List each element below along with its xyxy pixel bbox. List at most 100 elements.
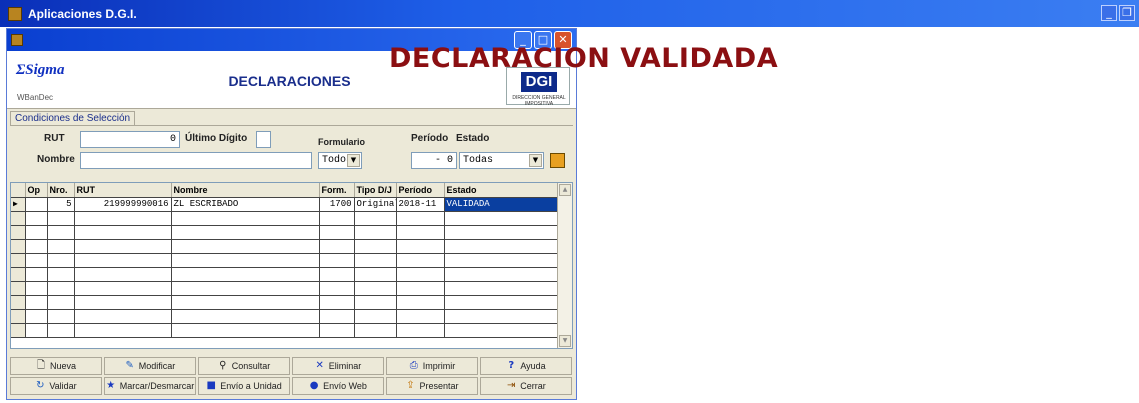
selection-divider bbox=[10, 125, 573, 126]
globe-icon: ● bbox=[309, 380, 319, 391]
app-window-controls: _ ❐ bbox=[1101, 5, 1135, 21]
module-title: DECLARACIONES bbox=[228, 73, 351, 89]
periodo-field[interactable]: - 0 bbox=[411, 152, 457, 169]
envio-web-label: Envío Web bbox=[323, 381, 367, 391]
formulario-label: Formulario bbox=[318, 137, 366, 147]
imprimir-button[interactable]: ⎙ Imprimir bbox=[386, 357, 478, 375]
column-header-form[interactable]: Form. bbox=[319, 183, 355, 198]
row-indicator-header bbox=[11, 183, 26, 198]
column-header-nombre[interactable]: Nombre bbox=[171, 183, 320, 198]
declaraciones-window: _ □ ✕ ΣSigma WBanDec DECLARACIONES DGI D… bbox=[6, 28, 577, 400]
declaraciones-table: Op Nro. RUT Nombre Form. Tipo D/J Períod… bbox=[10, 182, 573, 349]
consultar-label: Consultar bbox=[231, 361, 271, 371]
nombre-label: Nombre bbox=[37, 154, 75, 165]
delete-icon: ✕ bbox=[315, 360, 324, 371]
envio-unidad-button[interactable]: ■ Envío a Unidad bbox=[198, 377, 290, 395]
cell-tipo[interactable]: Original bbox=[354, 197, 397, 212]
table-row[interactable] bbox=[11, 253, 560, 268]
imprimir-label: Imprimir bbox=[422, 361, 456, 371]
dgi-logo-caption: DIRECCION GENERAL IMPOSITIVA bbox=[512, 95, 566, 107]
column-header-op[interactable]: Op bbox=[25, 183, 48, 198]
column-header-estado[interactable]: Estado bbox=[444, 183, 560, 198]
estado-select-value: Todas bbox=[463, 155, 494, 166]
modificar-label: Modificar bbox=[138, 361, 176, 371]
presentar-button[interactable]: ⇪ Presentar bbox=[386, 377, 478, 395]
cell-rut[interactable]: 219999990016 bbox=[74, 197, 172, 212]
nueva-button[interactable]: 🗋 Nueva bbox=[10, 357, 102, 375]
table-row[interactable] bbox=[11, 309, 560, 324]
cell-periodo[interactable]: 2018-11 bbox=[396, 197, 445, 212]
action-toolbar: 🗋 Nueva ✎ Modificar ⚲ Consultar ✕ Elimin… bbox=[10, 357, 573, 397]
scroll-up-icon[interactable]: ▲ bbox=[559, 184, 571, 196]
desktop: Aplicaciones D.G.I. _ ❐ _ □ ✕ ΣSigma WBa… bbox=[0, 0, 1139, 403]
estado-label: Estado bbox=[456, 133, 490, 144]
envio-web-button[interactable]: ● Envío Web bbox=[292, 377, 384, 395]
cell-nombre[interactable]: ZL ESCRIBADO bbox=[171, 197, 320, 212]
nombre-field[interactable] bbox=[80, 152, 312, 169]
table-row[interactable] bbox=[11, 267, 560, 282]
clear-filter-icon[interactable] bbox=[550, 153, 565, 168]
selection-tab[interactable]: Condiciones de Selección bbox=[10, 111, 136, 126]
validar-button[interactable]: ↻ Validar bbox=[10, 377, 102, 395]
formulario-select[interactable]: Todos ▼ bbox=[318, 152, 362, 169]
column-header-periodo[interactable]: Período bbox=[396, 183, 445, 198]
scroll-down-icon[interactable]: ▼ bbox=[559, 335, 571, 347]
validate-icon: ↻ bbox=[36, 380, 45, 391]
validation-banner: DECLARACION VALIDADA bbox=[389, 43, 779, 74]
rut-field[interactable]: 0 bbox=[80, 131, 180, 148]
chevron-down-icon[interactable]: ▼ bbox=[529, 154, 542, 167]
ultimo-digito-field[interactable] bbox=[256, 131, 271, 148]
table-row[interactable] bbox=[11, 211, 560, 226]
rut-label: RUT bbox=[44, 133, 65, 144]
ultimo-digito-label: Último Dígito bbox=[185, 133, 248, 144]
sigma-sub-label: WBanDec bbox=[17, 93, 54, 102]
exit-door-icon: ⇥ bbox=[507, 380, 516, 391]
table-header-row: Op Nro. RUT Nombre Form. Tipo D/J Períod… bbox=[11, 183, 560, 198]
consultar-button[interactable]: ⚲ Consultar bbox=[198, 357, 290, 375]
app-titlebar: Aplicaciones D.G.I. _ ❐ bbox=[0, 0, 1139, 27]
periodo-label: Período bbox=[411, 133, 449, 144]
cerrar-button[interactable]: ⇥ Cerrar bbox=[480, 377, 572, 395]
printer-icon: ⎙ bbox=[409, 360, 418, 371]
column-header-nro[interactable]: Nro. bbox=[47, 183, 75, 198]
table-row[interactable] bbox=[11, 295, 560, 310]
save-icon: ■ bbox=[206, 380, 216, 391]
cerrar-label: Cerrar bbox=[520, 381, 546, 391]
table-row[interactable] bbox=[11, 323, 560, 338]
nueva-label: Nueva bbox=[49, 361, 76, 371]
eliminar-label: Eliminar bbox=[328, 361, 362, 371]
table-vertical-scrollbar[interactable]: ▲ ▼ bbox=[557, 183, 572, 348]
cell-op[interactable] bbox=[25, 197, 48, 212]
help-icon: ? bbox=[508, 360, 515, 371]
validar-label: Validar bbox=[49, 381, 77, 391]
ayuda-label: Ayuda bbox=[520, 361, 546, 371]
marcar-desmarcar-button[interactable]: ★ Marcar/Desmarcar bbox=[104, 377, 196, 395]
presentar-label: Presentar bbox=[419, 381, 459, 391]
chevron-down-icon[interactable]: ▼ bbox=[347, 154, 360, 167]
app-icon bbox=[8, 6, 22, 21]
row-pointer-icon: ▶ bbox=[11, 197, 26, 212]
present-icon: ⇪ bbox=[406, 380, 415, 391]
edit-icon: ✎ bbox=[125, 360, 134, 371]
table-row[interactable] bbox=[11, 225, 560, 240]
modificar-button[interactable]: ✎ Modificar bbox=[104, 357, 196, 375]
dgi-logo-mark: DGI bbox=[521, 72, 557, 92]
window-icon bbox=[11, 34, 23, 46]
app-title: Aplicaciones D.G.I. bbox=[28, 6, 137, 21]
table-row[interactable] bbox=[11, 281, 560, 296]
minimize-icon[interactable]: _ bbox=[1101, 5, 1117, 21]
cell-estado[interactable]: VALIDADA bbox=[444, 197, 560, 212]
selection-panel: Condiciones de Selección RUT 0 Último Dí… bbox=[7, 109, 576, 175]
ayuda-button[interactable]: ? Ayuda bbox=[480, 357, 572, 375]
restore-icon[interactable]: ❐ bbox=[1119, 5, 1135, 21]
table-row[interactable] bbox=[11, 239, 560, 254]
star-icon: ★ bbox=[106, 380, 116, 391]
table-row[interactable]: ▶ 5 219999990016 ZL ESCRIBADO 1700 Origi… bbox=[11, 197, 560, 212]
binoculars-icon: ⚲ bbox=[219, 360, 227, 371]
eliminar-button[interactable]: ✕ Eliminar bbox=[292, 357, 384, 375]
column-header-tipo[interactable]: Tipo D/J bbox=[354, 183, 397, 198]
estado-select[interactable]: Todas ▼ bbox=[459, 152, 544, 169]
column-header-rut[interactable]: RUT bbox=[74, 183, 172, 198]
cell-nro[interactable]: 5 bbox=[47, 197, 75, 212]
cell-form[interactable]: 1700 bbox=[319, 197, 355, 212]
